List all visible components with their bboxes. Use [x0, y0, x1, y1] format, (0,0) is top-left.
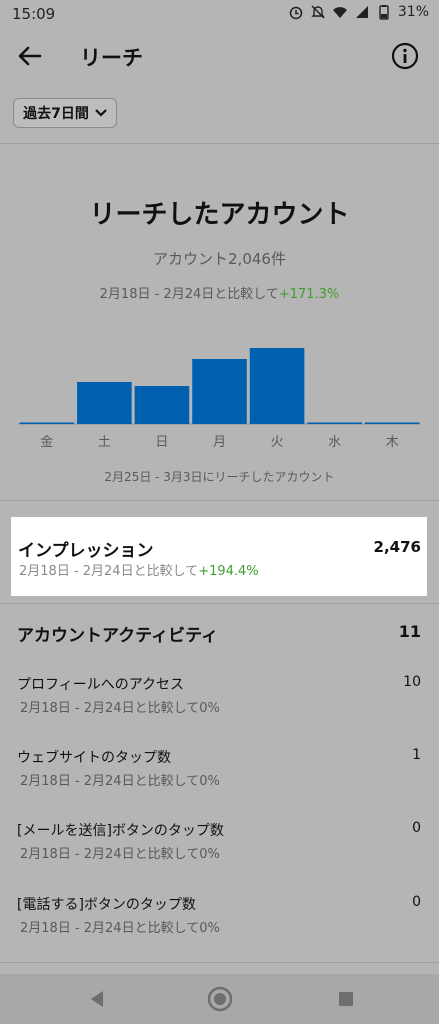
reach-compare: 2月18日 - 2月24日と比較して+171.3%: [0, 283, 439, 302]
chart-tick-label: 金: [40, 434, 53, 450]
chart-tick-label: 木: [386, 435, 399, 450]
reach-bar-chart: 金土日月火水木: [18, 348, 421, 450]
chart-bar-0: [19, 422, 75, 424]
mute-icon: [311, 5, 325, 19]
chart-tick-label: 土: [98, 435, 111, 450]
row-compare: 2月18日 - 2月24日と比較して0%: [20, 847, 220, 862]
row-compare: 2月18日 - 2月24日と比較して0%: [20, 921, 220, 936]
chart-bar-6: [364, 422, 420, 424]
row-compare: 2月18日 - 2月24日と比較して0%: [20, 774, 220, 789]
screen: 15:09 31% リーチ 過去7日間 リーチしたアカウント アカウント2,04…: [0, 0, 439, 1024]
impressions-change: +194.4%: [198, 564, 259, 579]
battery-icon: [379, 5, 389, 20]
impressions-card[interactable]: インプレッション 2,476 2月18日 - 2月24日と比較して+194.4%: [11, 517, 427, 596]
status-time: 15:09: [12, 5, 56, 23]
chart-tick-label: 水: [328, 435, 341, 450]
date-range-label: 過去7日間: [23, 106, 89, 122]
row-value: 1: [412, 747, 421, 763]
row-label: [電話する]ボタンのタップ数: [17, 897, 196, 913]
info-icon[interactable]: [391, 42, 419, 70]
row-compare: 2月18日 - 2月24日と比較して0%: [20, 701, 220, 716]
activity-row-profile[interactable]: プロフィールへのアクセス 10 2月18日 - 2月24日と比較して0%: [0, 674, 439, 724]
chart-tick-label: 火: [271, 435, 284, 450]
row-label: ウェブサイトのタップ数: [17, 750, 171, 766]
chart-tick-label: 月: [213, 435, 226, 450]
divider: [0, 603, 439, 604]
status-icons: 31%: [288, 4, 429, 20]
status-bar: 15:09 31%: [0, 0, 439, 30]
reach-compare-text: 2月18日 - 2月24日と比較して: [99, 287, 279, 302]
activity-total: 11: [398, 622, 421, 641]
activity-title: アカウントアクティビティ: [17, 626, 219, 646]
alarm-icon: [289, 6, 303, 20]
chart-bar-1: [77, 382, 132, 424]
activity-row-email[interactable]: [メールを送信]ボタンのタップ数 0 2月18日 - 2月24日と比較して0%: [0, 820, 439, 870]
chart-caption: 2月25日 - 3月3日にリーチしたアカウント: [104, 470, 335, 484]
row-label: プロフィールへのアクセス: [17, 677, 185, 693]
back-arrow-icon[interactable]: [14, 40, 46, 72]
reach-accounts: アカウント2,046件: [153, 250, 286, 268]
activity-row-website[interactable]: ウェブサイトのタップ数 1 2月18日 - 2月24日と比較して0%: [0, 747, 439, 797]
impressions-compare-text: 2月18日 - 2月24日と比較して: [19, 564, 199, 579]
chevron-down-icon: [95, 109, 107, 117]
row-label: [メールを送信]ボタンのタップ数: [17, 823, 224, 839]
chart-bar-2: [134, 386, 190, 424]
row-value: 10: [403, 674, 421, 690]
impressions-compare: 2月18日 - 2月24日と比較して+194.4%: [19, 560, 259, 579]
activity-row-phone[interactable]: [電話する]ボタンのタップ数 0 2月18日 - 2月24日と比較して0%: [0, 894, 439, 944]
chart-tick-label: 日: [155, 435, 168, 450]
chart-bar-5: [307, 422, 362, 424]
divider: [0, 962, 439, 963]
impressions-value: 2,476: [373, 538, 421, 556]
wifi-icon: [332, 7, 347, 18]
chart-bar-3: [192, 359, 247, 424]
system-nav-bar: [0, 974, 439, 1024]
back-triangle-icon[interactable]: [88, 989, 106, 1009]
reach-title: リーチしたアカウント: [89, 200, 350, 230]
app-header: リーチ: [0, 30, 439, 86]
signal-icon: [355, 6, 368, 18]
home-circle-icon[interactable]: [207, 986, 233, 1012]
reach-change: +171.3%: [278, 287, 340, 302]
row-value: 0: [412, 820, 421, 836]
row-value: 0: [412, 894, 421, 910]
recents-square-icon[interactable]: [337, 990, 355, 1008]
divider: [0, 143, 439, 144]
date-range-dropdown[interactable]: 過去7日間: [13, 98, 117, 128]
impressions-label: インプレッション: [18, 541, 154, 561]
page-title: リーチ: [80, 46, 143, 70]
divider: [0, 500, 439, 501]
chart-bar-4: [249, 348, 305, 424]
battery-level: 31%: [397, 4, 429, 20]
